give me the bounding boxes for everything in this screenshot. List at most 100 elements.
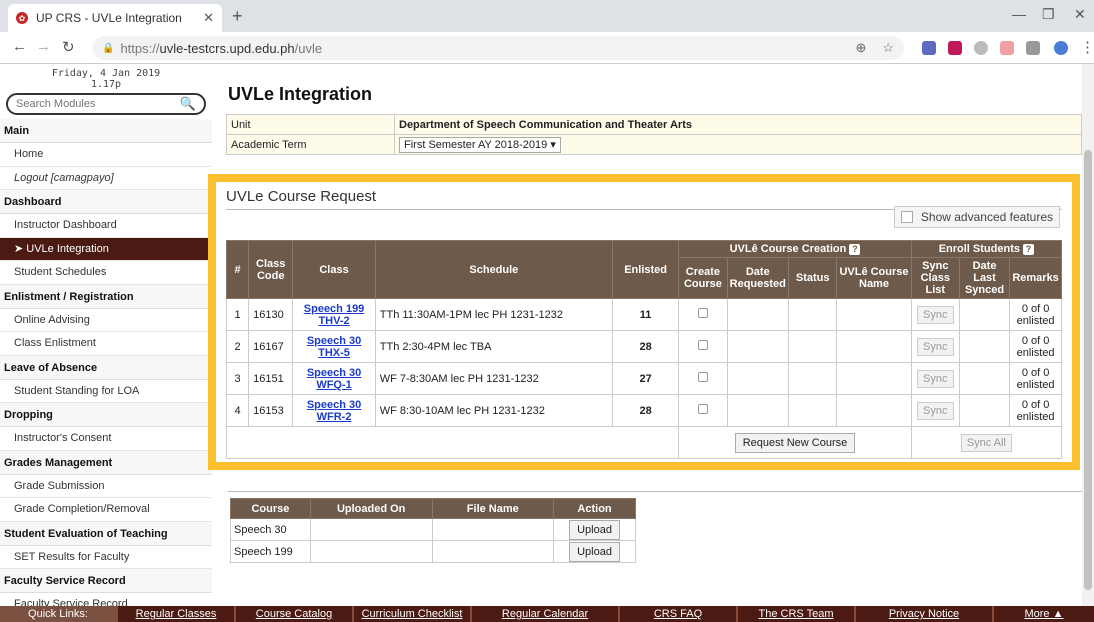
col-class: Class: [292, 240, 376, 299]
upload-button[interactable]: Upload: [569, 541, 620, 562]
camera-icon[interactable]: [1026, 41, 1040, 55]
sidebar-section-fsr: Faculty Service Record: [0, 569, 212, 593]
help-icon[interactable]: ?: [849, 244, 861, 255]
group-enroll-students: Enroll Students?: [910, 240, 1063, 258]
table-row: 1 16130 Speech 199 THV-2 TTh 11:30AM-1PM …: [225, 298, 1062, 331]
class-link[interactable]: Speech 30 WFR-2: [307, 399, 361, 423]
sync-button[interactable]: Sync: [917, 369, 954, 388]
col-uvle-course-name: UVLê Course Name: [836, 257, 912, 299]
enlisted-cell: 28: [611, 394, 680, 427]
enlisted-cell: 11: [611, 298, 680, 331]
request-new-course-button[interactable]: Request New Course: [734, 432, 856, 453]
restore-icon[interactable]: ❐: [1042, 6, 1055, 23]
footer-link-regular-classes[interactable]: Regular Classes: [118, 606, 236, 622]
col-uploaded-on: Uploaded On: [309, 498, 433, 519]
sidebar-item-uvle-integration[interactable]: ➤ UVLe Integration: [0, 237, 212, 261]
url-host: uvle-testcrs.upd.edu.ph: [159, 40, 295, 56]
url-field[interactable]: 🔒 https://uvle-testcrs.upd.edu.ph/uvle ⊕…: [92, 36, 904, 60]
sidebar-item-instructor-consent[interactable]: Instructor's Consent: [0, 427, 212, 451]
unit-value: Department of Speech Communication and T…: [394, 114, 1082, 135]
profile-avatar[interactable]: [1054, 41, 1068, 55]
sync-button[interactable]: Sync: [917, 305, 954, 324]
remarks-cell: 0 of 0 enlisted: [1009, 298, 1062, 331]
footer-link-course-catalog[interactable]: Course Catalog: [236, 606, 354, 622]
col-num: #: [225, 240, 250, 299]
sidebar-item-logout[interactable]: Logout [camagpayo]: [0, 167, 212, 190]
footer-link-regular-calendar[interactable]: Regular Calendar: [472, 606, 620, 622]
search-input[interactable]: [16, 98, 166, 110]
help-icon[interactable]: ?: [1022, 244, 1034, 255]
browser-tab[interactable]: ✿ UP CRS - UVLe Integration ✕: [8, 4, 222, 32]
sidebar-section-loa: Leave of Absence: [0, 355, 212, 380]
col-file-name: File Name: [431, 498, 555, 519]
page-title: UVLe Integration: [228, 84, 373, 104]
create-course-checkbox[interactable]: [697, 372, 708, 382]
reload-icon[interactable]: ↻: [62, 38, 75, 56]
sync-button[interactable]: Sync: [917, 401, 954, 420]
site-favicon-icon: ✿: [16, 12, 28, 24]
col-course: Course: [230, 498, 311, 519]
url-path: /uvle: [294, 40, 323, 56]
col-enlisted: Enlisted: [611, 240, 680, 299]
extension-icon-2[interactable]: [948, 41, 962, 55]
new-tab-icon[interactable]: +: [232, 6, 243, 27]
url-scheme: https://: [120, 40, 160, 56]
sidebar-item-set-results[interactable]: SET Results for Faculty: [0, 546, 212, 569]
col-schedule: Schedule: [374, 240, 613, 299]
class-link[interactable]: Speech 199 THV-2: [304, 303, 365, 327]
create-course-checkbox[interactable]: [697, 308, 708, 318]
term-select-value: First Semester AY 2018-2019: [404, 139, 548, 151]
sync-all-button[interactable]: Sync All: [960, 433, 1012, 452]
menu-kebab-icon[interactable]: ⋮: [1080, 38, 1094, 56]
advanced-features-toggle[interactable]: Show advanced features: [893, 206, 1060, 228]
group-course-creation: UVLê Course Creation?: [678, 240, 912, 258]
col-date-last-synced: Date Last Synced: [958, 257, 1011, 299]
footer-link-privacy-notice[interactable]: Privacy Notice: [856, 606, 994, 622]
footer-link-crs-team[interactable]: The CRS Team: [738, 606, 856, 622]
upload-button[interactable]: Upload: [569, 519, 620, 540]
extension-icon-1[interactable]: [922, 41, 936, 55]
scrollbar-thumb[interactable]: [1084, 150, 1092, 590]
create-course-checkbox[interactable]: [697, 404, 708, 414]
remarks-cell: 0 of 0 enlisted: [1009, 394, 1062, 427]
extension-icon-4[interactable]: [1000, 41, 1014, 55]
forward-icon[interactable]: →: [36, 38, 51, 55]
sidebar-item-home[interactable]: Home: [0, 143, 212, 167]
sidebar-item-online-advising[interactable]: Online Advising: [0, 309, 212, 332]
table-row: 4 16153 Speech 30 WFR-2 WF 8:30-10AM lec …: [225, 394, 1062, 427]
col-class-code: Class Code: [248, 240, 294, 299]
sidebar-section-dropping: Dropping: [0, 403, 212, 427]
extension-icon-3[interactable]: [974, 41, 988, 55]
tab-close-icon[interactable]: ✕: [203, 10, 214, 26]
sidebar-item-grade-submission[interactable]: Grade Submission: [0, 475, 212, 498]
schedule-cell: WF 7-8:30AM lec PH 1231-1232: [374, 362, 613, 395]
info-table: Unit Department of Speech Communication …: [226, 114, 1082, 155]
footer-more-button[interactable]: More ▲: [994, 606, 1094, 622]
class-code: 16167: [248, 330, 294, 363]
clock-date: Friday, 4 Jan 2019: [51, 68, 161, 79]
footer-link-crs-faq[interactable]: CRS FAQ: [620, 606, 738, 622]
sidebar-item-grade-completion[interactable]: Grade Completion/Removal: [0, 498, 212, 522]
sidebar: Friday, 4 Jan 2019 1.17p 🔍 Main Home Log…: [0, 64, 212, 617]
search-icon[interactable]: 🔍: [180, 96, 196, 112]
zoom-icon[interactable]: ⊕: [855, 40, 866, 56]
unit-label: Unit: [226, 114, 395, 135]
sidebar-section-dashboard: Dashboard: [0, 190, 212, 214]
class-link[interactable]: Speech 30 WFQ-1: [307, 367, 361, 391]
sync-button[interactable]: Sync: [917, 337, 954, 356]
close-window-icon[interactable]: ✕: [1074, 6, 1086, 23]
sidebar-item-student-schedules[interactable]: Student Schedules: [0, 261, 212, 285]
create-course-checkbox[interactable]: [697, 340, 708, 350]
footer-link-curriculum-checklist[interactable]: Curriculum Checklist: [354, 606, 472, 622]
footer-quick-links: Quick Links: Regular Classes Course Cata…: [0, 606, 1094, 622]
chevron-down-icon: ▾: [550, 139, 556, 151]
sidebar-item-class-enlistment[interactable]: Class Enlistment: [0, 332, 212, 356]
class-link[interactable]: Speech 30 THX-5: [307, 335, 361, 359]
sidebar-item-instructor-dashboard[interactable]: Instructor Dashboard: [0, 214, 212, 238]
bookmark-star-icon[interactable]: ☆: [882, 40, 894, 56]
term-select[interactable]: First Semester AY 2018-2019 ▾: [399, 137, 561, 153]
sidebar-item-student-standing[interactable]: Student Standing for LOA: [0, 380, 212, 403]
col-action: Action: [553, 498, 636, 519]
minimize-icon[interactable]: —: [1012, 6, 1026, 22]
back-icon[interactable]: ←: [12, 38, 27, 55]
